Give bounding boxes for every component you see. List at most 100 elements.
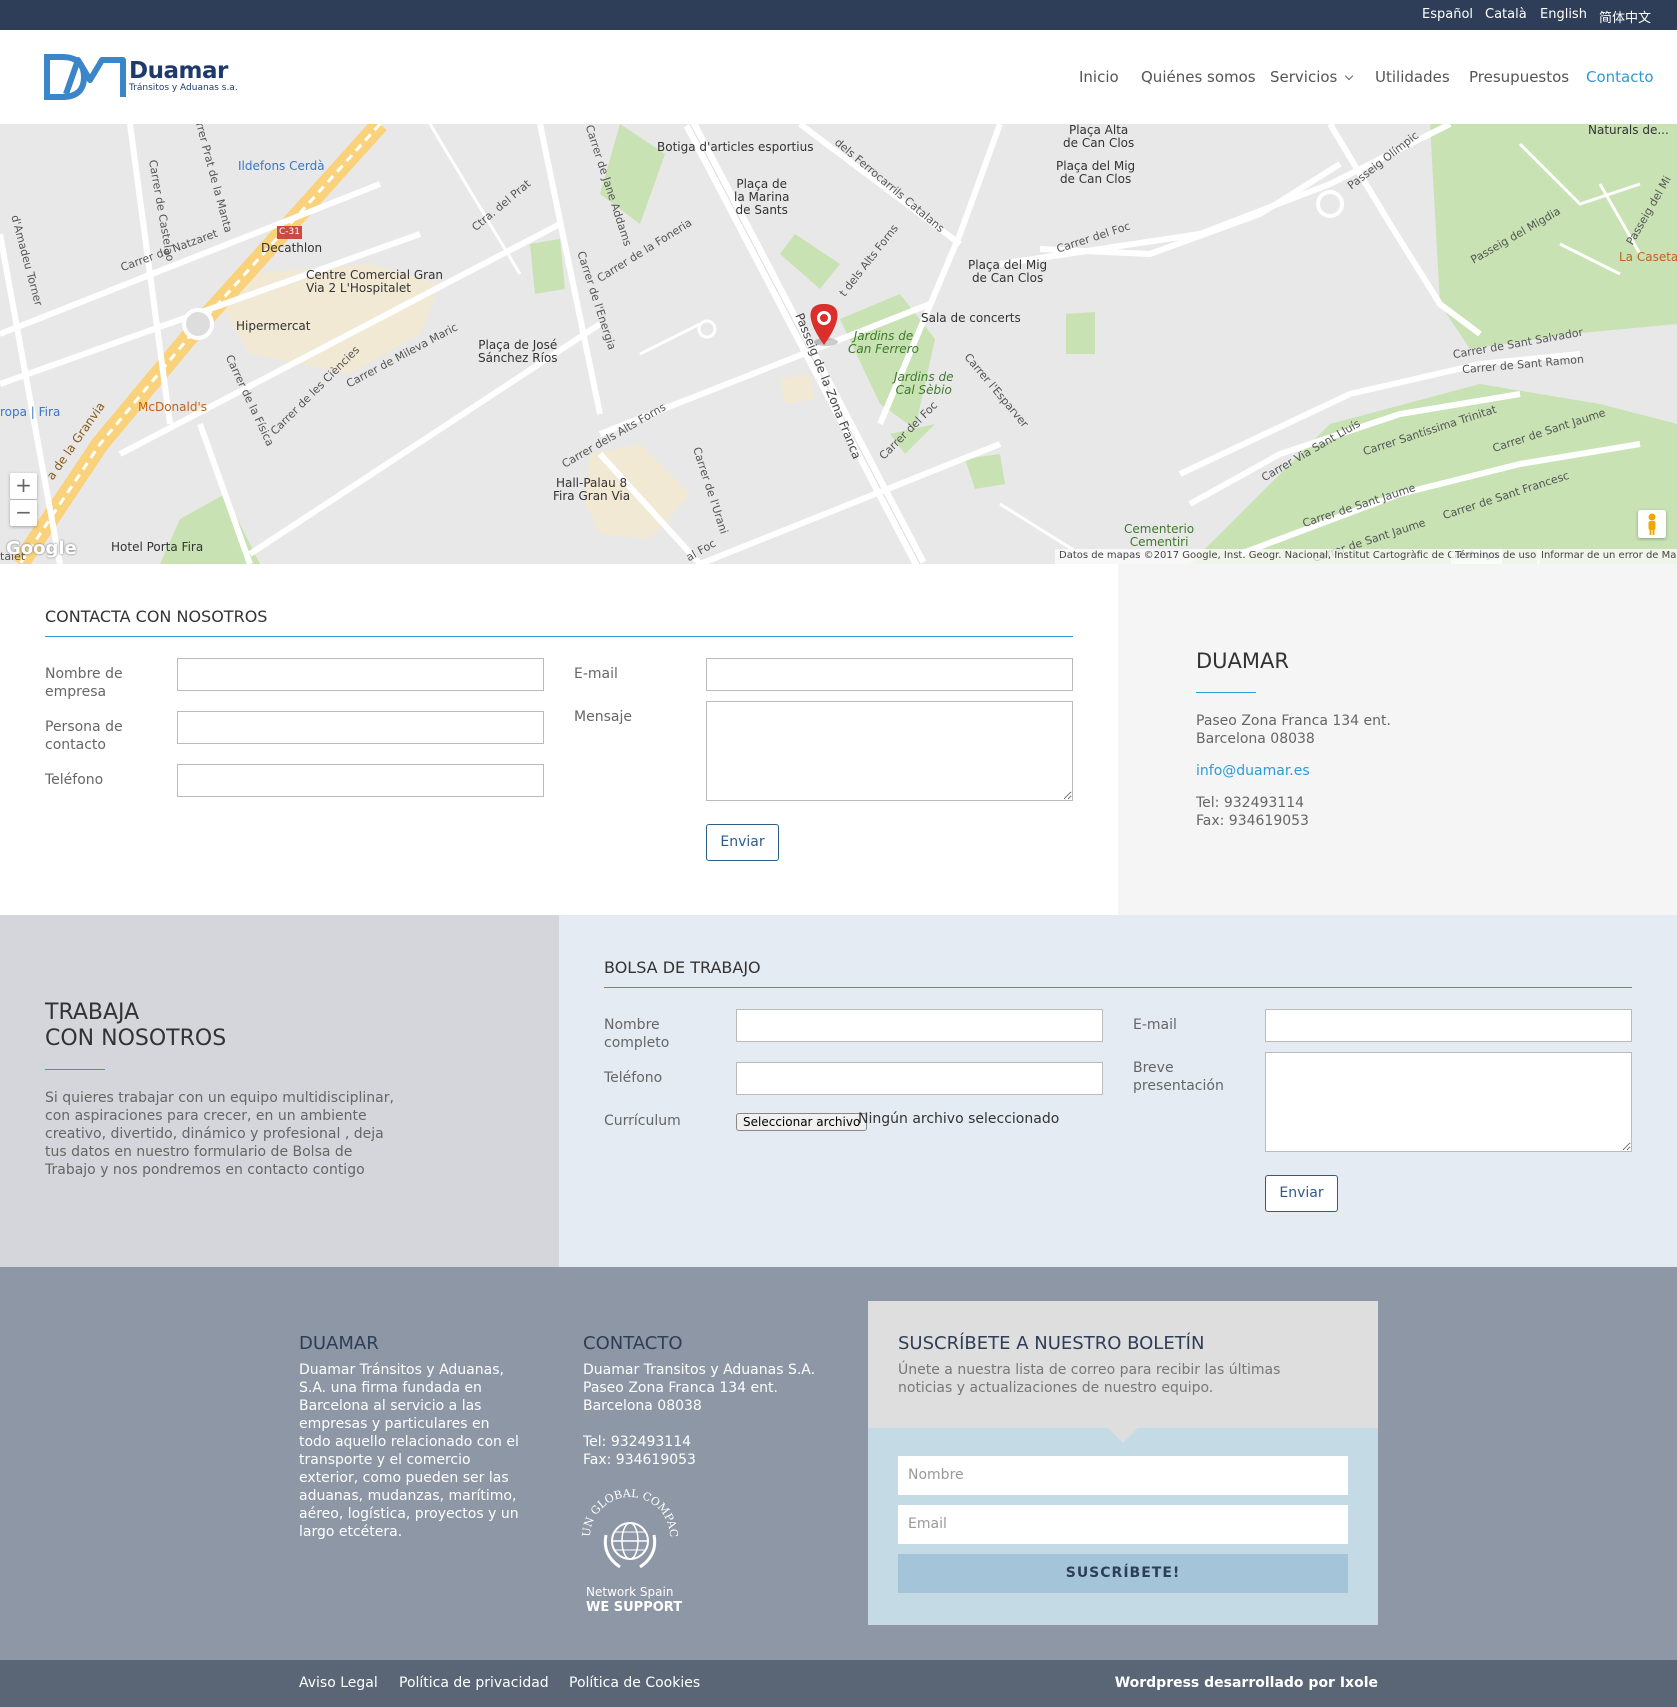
nav-contacto[interactable]: Contacto	[1586, 68, 1654, 86]
map-place-botiga: Botiga d'articles esportius	[657, 140, 814, 154]
intro-textarea[interactable]	[1265, 1052, 1632, 1152]
bottom-bar: Aviso Legal Política de privacidad Polít…	[0, 1660, 1677, 1707]
google-map[interactable]: Botiga d'articles esportius Plaça de la …	[0, 124, 1677, 564]
map-place-placa-mig2: Plaça del Mig de Can Clos	[968, 258, 1048, 285]
company-label: Nombre de empresa	[45, 666, 123, 700]
company-address-line1: Paseo Zona Franca 134 ent.	[1196, 713, 1391, 729]
map-place-cementerio: Cementerio Cementiri	[1124, 522, 1195, 549]
newsletter-box: SUSCRÍBETE A NUESTRO BOLETÍN Únete a nue…	[868, 1301, 1378, 1625]
map-place-ildefons: Ildefons Cerdà	[238, 159, 325, 173]
developer-credit: Wordpress desarrollado por Ixole	[1114, 1675, 1378, 1691]
site-header: Duamar Tránsitos y Aduanas s.a. Inicio Q…	[0, 30, 1677, 124]
map-place-marina: Plaça de la Marina de Sants	[734, 177, 790, 217]
company-tel: Tel: 932493114	[1196, 795, 1305, 811]
newsletter-subscribe-button[interactable]: SUSCRÍBETE!	[898, 1554, 1348, 1593]
footer-contact-fax: Fax: 934619053	[583, 1452, 696, 1468]
map-place-hall: Hall-Palau 8 Fira Gran Via	[553, 476, 631, 503]
map-terms-link[interactable]: Términos de uso	[1451, 549, 1541, 564]
nav-utilidades[interactable]: Utilidades	[1375, 68, 1450, 86]
footer-contact-tel: Tel: 932493114	[583, 1434, 692, 1450]
cv-file-status: Ningún archivo seleccionado	[858, 1111, 1060, 1127]
map-place-decathlon: Decathlon	[261, 241, 323, 255]
chevron-down-icon	[1345, 71, 1354, 81]
map-place-jardins-ferrero: Jardins de Can Ferrero	[848, 329, 919, 356]
privacy-policy-link[interactable]: Política de privacidad	[399, 1675, 549, 1691]
work-description: Si quieres trabajar con un equipo multid…	[45, 1090, 394, 1178]
map-attribution: Datos de mapas ©2017 Google, Inst. Geogr…	[1055, 549, 1502, 564]
email-label: E-mail	[574, 666, 618, 682]
contact-submit-button[interactable]: Enviar	[706, 824, 779, 861]
google-logo: Google	[6, 538, 77, 559]
logo-name: Duamar	[129, 58, 228, 84]
map-place-placa-jose: Plaça de José Sánchez Ríos	[478, 338, 558, 365]
map-place-jardins-sebio: Jardins de Cal Sèbio	[894, 370, 954, 397]
newsletter-header: SUSCRÍBETE A NUESTRO BOLETÍN Únete a nue…	[868, 1301, 1378, 1428]
nav-presupuestos[interactable]: Presupuestos	[1469, 68, 1569, 86]
map-place-mcdonalds: McDonald's	[138, 400, 207, 414]
nav-quienes-somos[interactable]: Quiénes somos	[1141, 68, 1256, 86]
company-fax: Fax: 934619053	[1196, 813, 1309, 829]
ungc-network-label: Network Spain	[586, 1585, 674, 1599]
footer-about-text: Duamar Tránsitos y Aduanas, S.A. una fir…	[299, 1362, 519, 1540]
work-title-line1: TRABAJA	[45, 1000, 140, 1025]
message-textarea[interactable]	[706, 701, 1073, 801]
company-info-title: DUAMAR	[1196, 649, 1289, 673]
duamar-logo-icon	[44, 54, 126, 100]
newsletter-arrow	[1108, 1428, 1138, 1443]
lang-chinese[interactable]: 简体中文	[1599, 7, 1651, 26]
newsletter-name-input[interactable]: Nombre	[898, 1456, 1348, 1495]
nav-inicio[interactable]: Inicio	[1079, 68, 1119, 86]
un-globe-icon: UN GLOBAL COMPACT	[576, 1479, 680, 1569]
job-email-input[interactable]	[1265, 1009, 1632, 1042]
newsletter-title: SUSCRÍBETE A NUESTRO BOLETÍN	[898, 1333, 1205, 1354]
intro-label: Breve presentación	[1133, 1060, 1224, 1094]
contact-person-label: Persona de contacto	[45, 719, 123, 753]
street-view-pegman-icon[interactable]	[1638, 510, 1666, 538]
lang-catala[interactable]: Català	[1485, 7, 1527, 22]
cv-file-button[interactable]: Seleccionar archivo	[736, 1113, 868, 1131]
map-place-caseta: La Caseta	[1619, 250, 1677, 264]
footer-contact-company: Duamar Transitos y Aduanas S.A.	[583, 1362, 816, 1378]
contact-person-input[interactable]	[177, 711, 544, 744]
lang-espanol[interactable]: Español	[1422, 7, 1473, 22]
language-bar: Español Català English 简体中文	[0, 0, 1677, 30]
contact-title-divider	[45, 636, 1073, 637]
site-footer: DUAMAR Duamar Tránsitos y Aduanas, S.A. …	[0, 1267, 1677, 1660]
site-logo[interactable]	[44, 54, 126, 104]
map-place-placa-mig: Plaça del Mig de Can Clos	[1056, 159, 1136, 186]
ungc-support-label: WE SUPPORT	[586, 1600, 683, 1615]
map-report-link[interactable]: Informar de un error de Maps	[1537, 549, 1677, 564]
work-title-line2: CON NOSOTROS	[45, 1026, 227, 1051]
zoom-out-button[interactable]: −	[10, 500, 37, 526]
company-email-link[interactable]: info@duamar.es	[1196, 762, 1310, 780]
work-with-us-panel: TRABAJA CON NOSOTROS Si quieres trabajar…	[0, 915, 559, 1267]
footer-contact-title: CONTACTO	[583, 1333, 683, 1354]
contact-section: CONTACTA CON NOSOTROS Nombre de empresa …	[0, 564, 1118, 915]
map-place-europa: ropa | Fira	[0, 405, 61, 419]
work-title-divider	[45, 1069, 105, 1070]
map-place-sala: Sala de concerts	[921, 311, 1021, 325]
email-input[interactable]	[706, 658, 1073, 691]
company-info-panel: DUAMAR Paseo Zona Franca 134 ent. Barcel…	[1118, 564, 1677, 915]
newsletter-email-input[interactable]: Email	[898, 1505, 1348, 1544]
company-name-input[interactable]	[177, 658, 544, 691]
job-submit-button[interactable]: Enviar	[1265, 1175, 1338, 1212]
contact-form-title: CONTACTA CON NOSOTROS	[45, 607, 268, 626]
lang-english[interactable]: English	[1540, 7, 1587, 22]
cookie-policy-link[interactable]: Política de Cookies	[569, 1675, 700, 1691]
zoom-in-button[interactable]: +	[10, 473, 37, 499]
phone-label: Teléfono	[45, 772, 104, 788]
nav-servicios[interactable]: Servicios	[1270, 68, 1354, 86]
map-place-hotel: Hotel Porta Fira	[111, 540, 204, 554]
job-phone-input[interactable]	[736, 1062, 1103, 1095]
map-place-naturals: Naturals de...	[1588, 124, 1669, 137]
legal-notice-link[interactable]: Aviso Legal	[299, 1675, 378, 1691]
footer-contact-address: Paseo Zona Franca 134 ent.	[583, 1380, 778, 1396]
full-name-input[interactable]	[736, 1009, 1103, 1042]
phone-input[interactable]	[177, 764, 544, 797]
map-place-placa-alta: Plaça Alta de Can Clos	[1063, 124, 1135, 150]
job-phone-label: Teléfono	[604, 1070, 663, 1086]
footer-contact-city: Barcelona 08038	[583, 1398, 702, 1414]
logo-subtitle: Tránsitos y Aduanas s.a.	[129, 83, 238, 93]
job-form-section: BOLSA DE TRABAJO Nombre completo Teléfon…	[559, 915, 1677, 1267]
